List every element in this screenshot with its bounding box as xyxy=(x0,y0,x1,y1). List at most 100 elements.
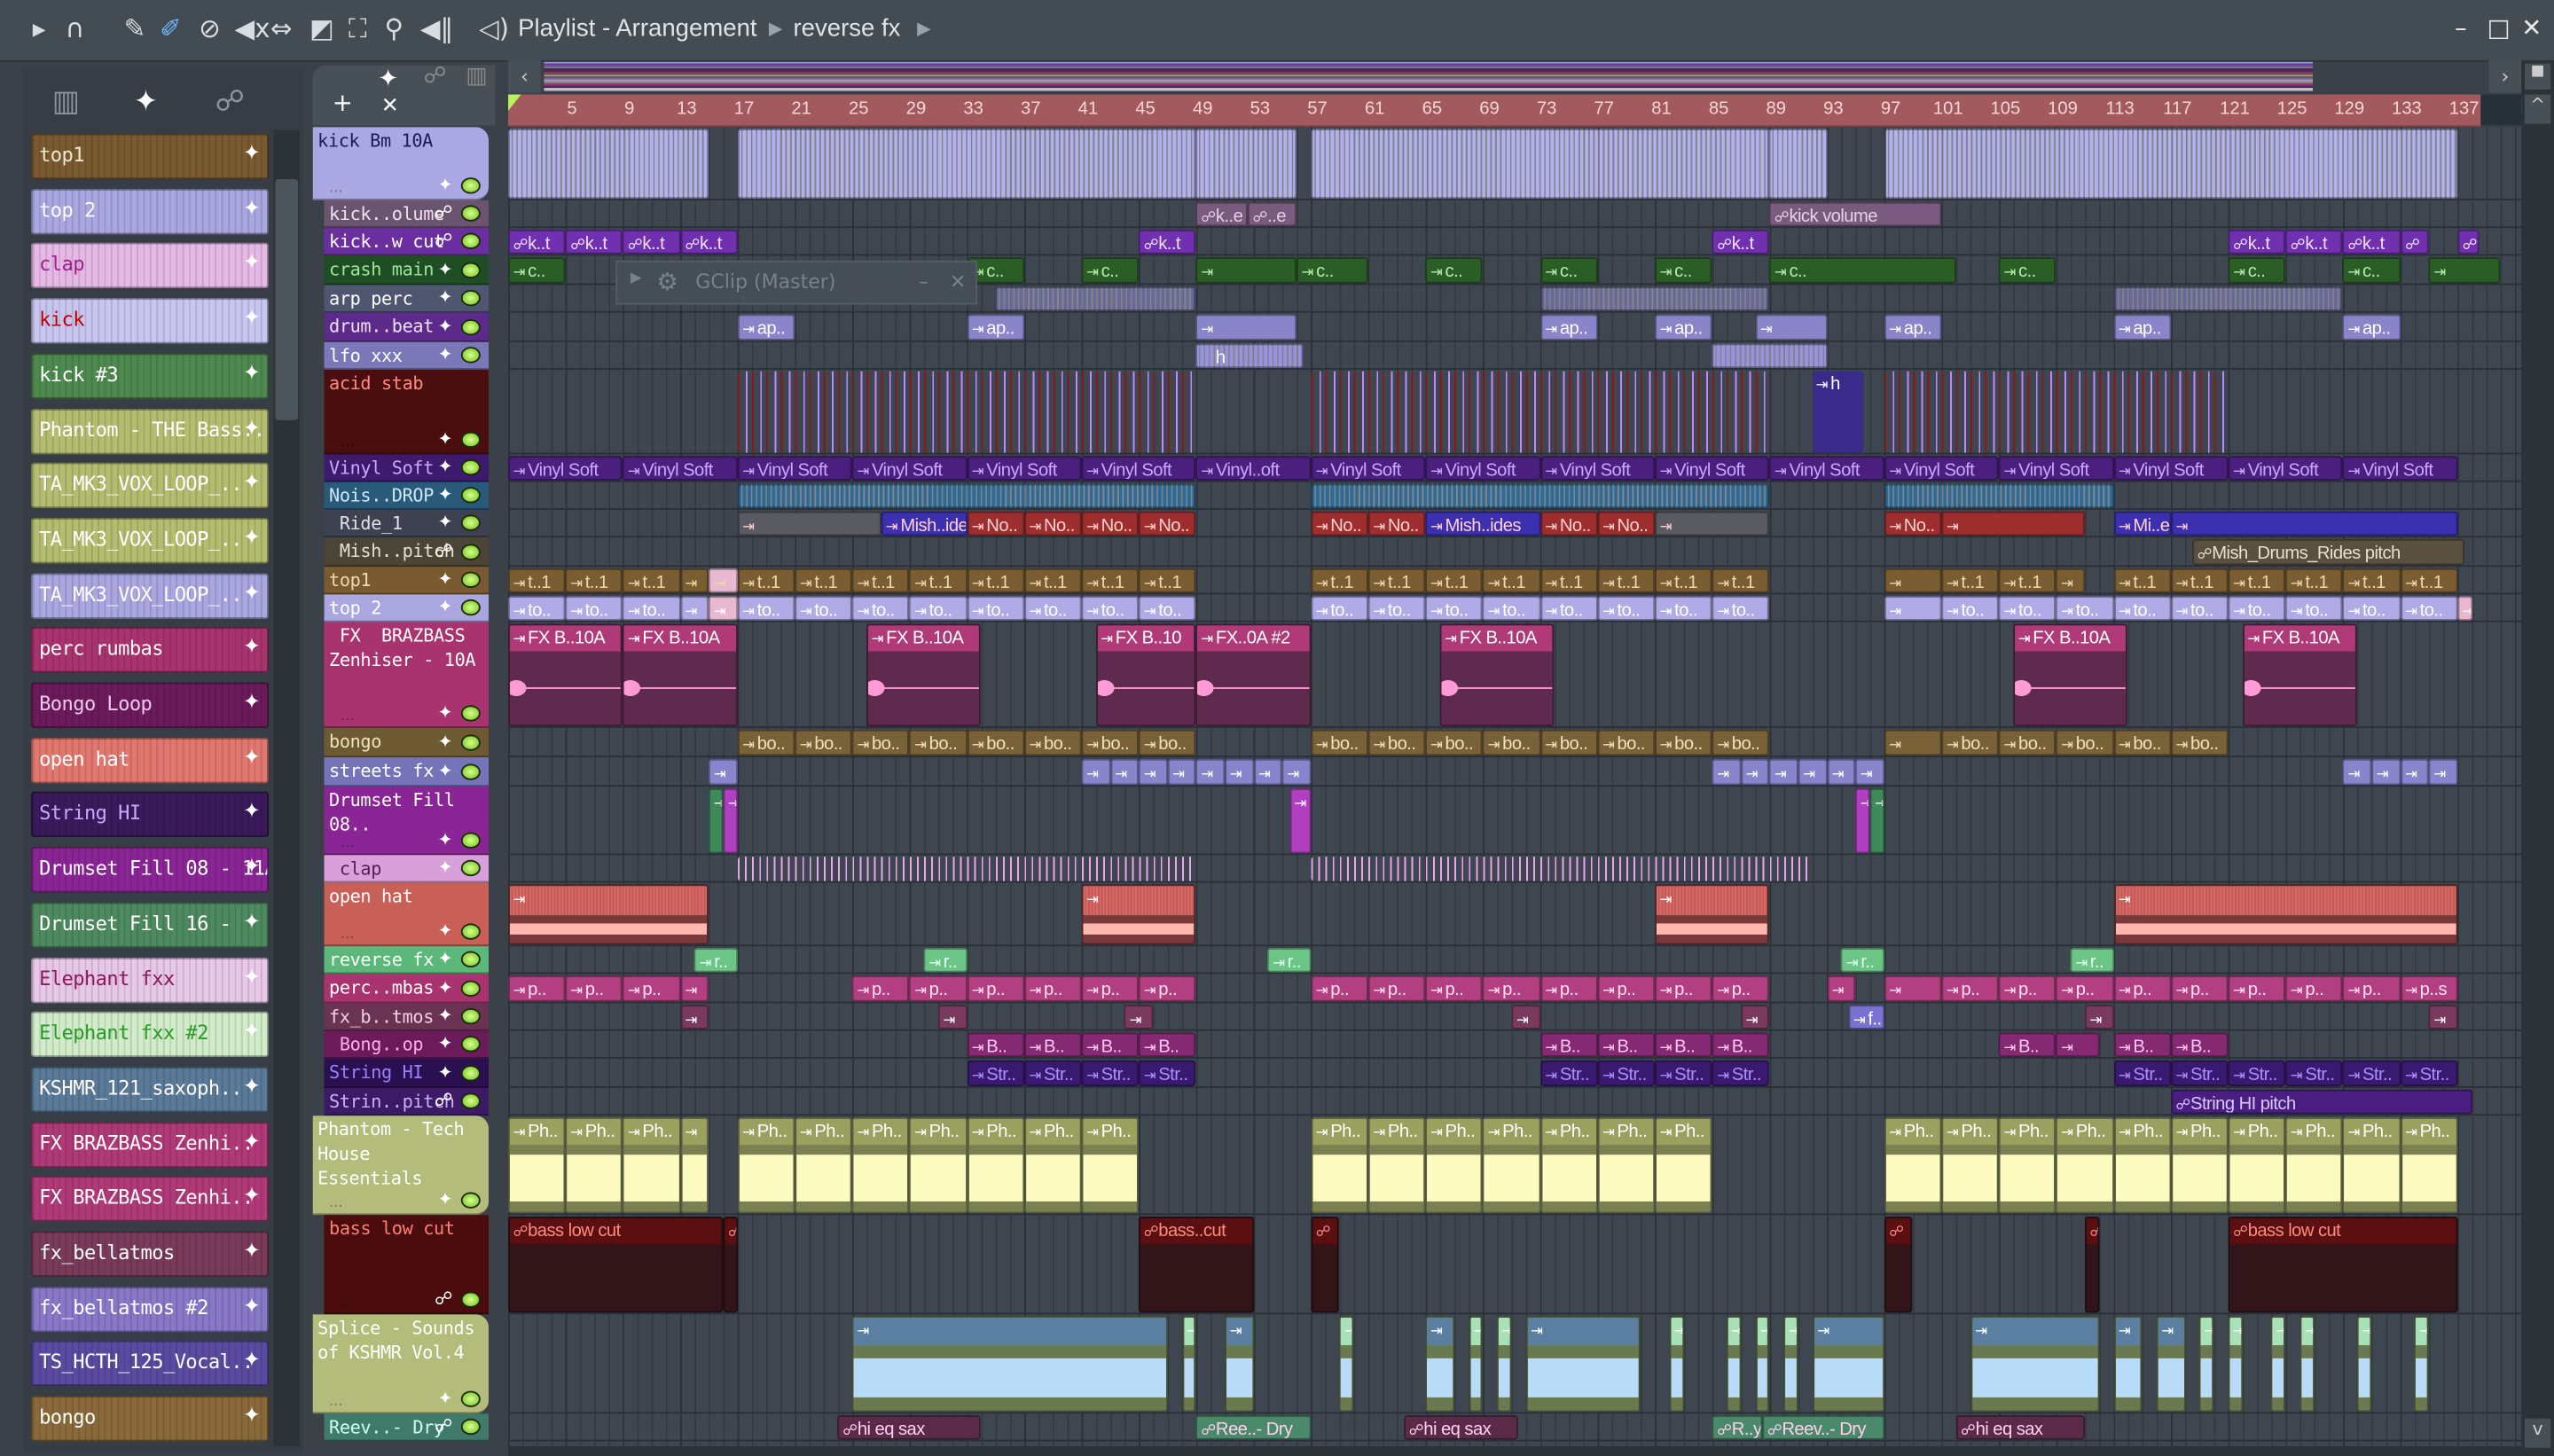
audio-clip[interactable]: ⇥ t..1 xyxy=(909,568,968,593)
audio-clip[interactable]: ⇥ B.. xyxy=(1999,1032,2057,1058)
audio-clip[interactable] xyxy=(1769,129,1828,200)
select-icon[interactable]: ⛶ xyxy=(349,14,367,44)
browser-clip-item[interactable]: Bongo Loop ✦ xyxy=(30,682,270,729)
track-mute-toggle[interactable] xyxy=(460,859,481,877)
audio-clip[interactable]: ⇥ Vinyl Soft xyxy=(1539,456,1656,481)
audio-clip[interactable]: ⇥ Ph.. xyxy=(909,1116,968,1214)
audio-clip[interactable]: ⇥ p.. xyxy=(1081,975,1140,1002)
audio-clip[interactable]: ⇥ to.. xyxy=(2285,596,2343,621)
track-header[interactable]: fx_b..tmos ✦ xyxy=(324,1003,490,1031)
track-header[interactable]: kick..olume ☍ xyxy=(324,200,490,229)
track-mute-toggle[interactable] xyxy=(460,599,481,616)
audio-clip[interactable]: ⇥ r.. xyxy=(2070,947,2114,973)
audio-clip[interactable]: ⇥ to.. xyxy=(2342,596,2401,621)
automation-clip[interactable]: ☍ xyxy=(2457,229,2480,254)
slice-icon[interactable]: ◩ xyxy=(309,14,334,44)
audio-clip[interactable]: ⇥ to.. xyxy=(2113,596,2171,621)
audio-clip[interactable]: ⇥ No.. xyxy=(1367,511,1426,536)
vertical-scrollbar[interactable]: ■ ^ v xyxy=(2521,59,2554,1456)
audio-clip[interactable]: ⇥ t..1 xyxy=(1655,568,1712,593)
audio-clip[interactable]: ⇥ to.. xyxy=(2228,596,2286,621)
audio-clip[interactable]: ⇥ xyxy=(1195,758,1226,786)
audio-clip[interactable]: ⇥ Vinyl Soft xyxy=(2228,456,2343,481)
audio-clip[interactable]: ⇥ Ph.. xyxy=(737,1116,795,1214)
audio-clip[interactable]: ⇥ xyxy=(709,568,738,593)
audio-clip[interactable]: ⇥ Ph.. xyxy=(1023,1116,1082,1214)
track-header[interactable]: lfo xxx ✦ xyxy=(324,341,490,370)
audio-clip[interactable]: ⇥ xyxy=(2271,1316,2286,1413)
audio-clip[interactable]: ⇥ ap.. xyxy=(737,314,795,341)
maximize-button[interactable]: □ xyxy=(2487,13,2511,43)
audio-clip[interactable]: ⇥ Str.. xyxy=(967,1060,1024,1087)
audio-clip[interactable]: ⇥ No.. xyxy=(1081,511,1140,536)
audio-clip[interactable]: ⇥ xyxy=(1225,758,1254,786)
audio-clip[interactable]: ⇥Mish..ides xyxy=(1425,511,1540,536)
slip-icon[interactable]: ⇔ xyxy=(270,14,293,44)
audio-clip[interactable]: ⇥ to.. xyxy=(967,596,1024,621)
gclip-master-plugin-window[interactable]: ▶ ⚙ GClip (Master) – ✕ xyxy=(615,260,978,305)
audio-clip[interactable]: ⇥ xyxy=(1655,884,1770,945)
audio-clip[interactable]: ⇥ t..1 xyxy=(1597,568,1656,593)
audio-clip[interactable] xyxy=(737,483,1196,509)
audio-clip[interactable]: ⇥ xyxy=(737,511,881,536)
audio-clip[interactable]: ⇥ xyxy=(1225,1316,1254,1413)
audio-clip[interactable]: ⇥ bo.. xyxy=(2056,729,2114,756)
audio-clip[interactable]: ⇥ c.. xyxy=(1539,257,1598,284)
track-header[interactable]: bass low cut... ☍ xyxy=(324,1215,490,1315)
audio-clip[interactable]: ⇥ to.. xyxy=(1425,596,1484,621)
breadcrumb-selected-clip[interactable]: reverse fx xyxy=(793,15,900,43)
browser-scroll-thumb[interactable] xyxy=(275,179,299,420)
audio-clip[interactable]: ⇥ t..1 xyxy=(1999,568,2057,593)
track-mute-toggle[interactable] xyxy=(460,205,481,222)
audio-clip[interactable]: ⇥ Vinyl..oft xyxy=(1195,456,1312,481)
browser-clip-item[interactable]: Drumset Fill 08 - 11A ✦ xyxy=(30,847,270,893)
audio-clip[interactable]: ⇥ c.. xyxy=(1999,257,2057,284)
zoom-icon[interactable]: ⚲ xyxy=(384,14,403,44)
browser-clip-item[interactable]: top 2 ✦ xyxy=(30,188,270,234)
automation-clip[interactable]: ☍ k..t xyxy=(565,229,623,254)
audio-clip[interactable]: ⇥ xyxy=(1655,511,1770,536)
timeline-ruler[interactable]: 5 9 13 17 21 25 29 33 37 41 45 49 53 57 61 65 69 73 77 81 85… xyxy=(508,94,2527,129)
audio-clip[interactable]: ⇥ xyxy=(1468,1316,1484,1413)
track-options-dots[interactable]: ... xyxy=(341,434,355,450)
audio-clip[interactable]: ⇥ ap.. xyxy=(1539,314,1598,341)
audio-clip[interactable]: ⇥ Str.. xyxy=(1655,1060,1712,1087)
track-mute-toggle[interactable] xyxy=(460,1092,481,1109)
audio-clip[interactable]: ⇥ to.. xyxy=(1597,596,1656,621)
audio-clip[interactable]: ⇥ Str.. xyxy=(2342,1060,2401,1087)
audio-clip[interactable]: ⇥ xyxy=(723,787,738,854)
audio-clip[interactable]: ⇥ xyxy=(1769,758,1798,786)
audio-clip[interactable]: ⇥ xyxy=(1755,314,1828,341)
menu-arrow-icon[interactable]: ▸ xyxy=(33,14,46,44)
audio-clip[interactable]: ⇥ xyxy=(1827,975,1856,1002)
audio-clip[interactable]: ⇥ p.. xyxy=(2342,975,2401,1002)
audio-clip[interactable]: ⇥ xyxy=(1783,1316,1798,1413)
audio-clip[interactable]: ⇥ to.. xyxy=(795,596,852,621)
audio-clip[interactable] xyxy=(1539,286,1770,311)
audio-clip[interactable]: ⇥ B.. xyxy=(1539,1032,1598,1058)
track-mute-toggle[interactable] xyxy=(460,318,481,336)
audio-clip[interactable]: ⇥ Ph.. xyxy=(2400,1116,2458,1214)
audio-clip[interactable]: ⇥ p.. xyxy=(565,975,623,1002)
audio-clip[interactable]: ⇥ to.. xyxy=(1999,596,2057,621)
track-header[interactable]: Drumset Fill 08..... ✦ xyxy=(324,787,490,856)
audio-clip[interactable]: ⇥ xyxy=(1525,1316,1641,1413)
audio-clip[interactable]: ⇥ Str.. xyxy=(2285,1060,2343,1087)
audio-clip[interactable]: ⇥ FX B..10A xyxy=(623,623,738,727)
audio-clip[interactable]: ⇥ Vinyl Soft xyxy=(1999,456,2114,481)
track-mute-toggle[interactable] xyxy=(460,1007,481,1025)
audio-clip[interactable]: ⇥ No.. xyxy=(1539,511,1598,536)
audio-clip[interactable]: ⇥ p.. xyxy=(1483,975,1540,1002)
audio-clip[interactable]: ⇥ xyxy=(1081,884,1196,945)
audio-clip[interactable] xyxy=(737,857,1196,881)
audio-clip[interactable] xyxy=(1884,483,2114,509)
audio-clip[interactable]: ⇥ Vinyl Soft xyxy=(967,456,1082,481)
automation-clip[interactable]: ☍ k..t xyxy=(508,229,566,254)
automation-clip[interactable]: ☍ k..t xyxy=(2285,229,2343,254)
audio-clip[interactable]: ⇥ xyxy=(2199,1316,2214,1413)
audio-clip[interactable]: ⇥ FX B..10A xyxy=(866,623,982,727)
gclip-close-button[interactable]: ✕ xyxy=(950,270,966,294)
audio-clip[interactable]: ⇥ Ph.. xyxy=(1655,1116,1712,1214)
audio-clip[interactable]: ⇥ ap.. xyxy=(967,314,1024,341)
track-mute-toggle[interactable] xyxy=(460,347,481,364)
